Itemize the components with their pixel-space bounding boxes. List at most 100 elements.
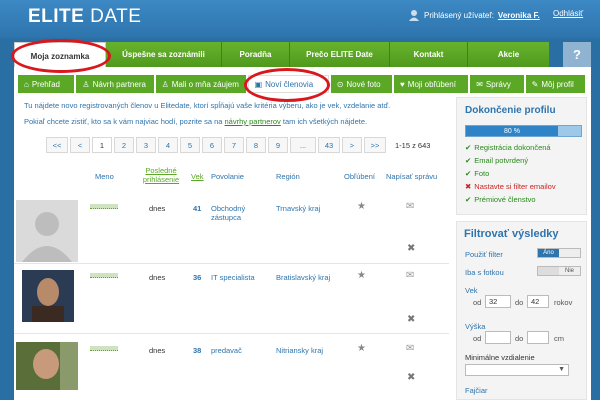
remove-icon[interactable]: ✖ — [407, 243, 415, 254]
favorite-star-icon[interactable]: ★ — [357, 201, 366, 212]
last-login: dnes — [149, 346, 166, 355]
help-button[interactable]: ? — [563, 42, 591, 67]
page-4[interactable]: 4 — [158, 137, 178, 153]
member-photo[interactable] — [16, 342, 78, 390]
favorite-star-icon[interactable]: ★ — [357, 343, 366, 354]
subtab-moji-oblubeni[interactable]: ♥ Moji obľúbení — [394, 75, 469, 93]
check-icon: ✔ — [465, 195, 472, 204]
remove-icon[interactable]: ✖ — [407, 314, 415, 325]
people-icon: ♙ — [161, 79, 169, 89]
page-6[interactable]: 6 — [202, 137, 222, 153]
col-write-message: Napísať správu — [386, 172, 438, 181]
check-photo: ✔ Foto — [465, 169, 490, 178]
check-premium: ✔ Prémiové členstvo — [465, 195, 536, 204]
subtab-navrh-partnera[interactable]: ♙ Návrh partnera — [76, 75, 154, 93]
height-from-label: od — [473, 334, 482, 343]
page-9[interactable]: 9 — [268, 137, 288, 153]
user-name-link[interactable]: Veronika F. — [498, 11, 540, 20]
check-email: ✔ Email potvrdený — [465, 156, 529, 165]
col-last-login[interactable]: Posledné prihlásenie — [141, 166, 181, 184]
photo-image — [16, 342, 78, 390]
pencil-icon: ✎ — [531, 79, 539, 89]
job: predavač — [211, 346, 242, 355]
tab-uspesne[interactable]: Úspešne sa zoznámili — [106, 42, 222, 67]
member-name[interactable] — [90, 204, 118, 209]
photo-only-label: Iba s fotkou — [465, 268, 504, 277]
height-from-input[interactable] — [485, 331, 511, 344]
avatar-placeholder-icon — [16, 200, 78, 262]
age-to-input[interactable]: 42 — [527, 295, 549, 308]
send-message-icon[interactable]: ✉ — [406, 343, 414, 354]
send-message-icon[interactable]: ✉ — [406, 201, 414, 212]
chat-icon: ✉ — [476, 79, 483, 89]
last-login: dnes — [149, 273, 166, 282]
use-filter-toggle[interactable]: Áno — [537, 248, 581, 258]
remove-icon[interactable]: ✖ — [407, 372, 415, 383]
subtab-mali-o-mna-zaujem[interactable]: ♙ Mali o mňa záujem — [155, 75, 246, 93]
subtab-spravy[interactable]: ✉ Správy — [470, 75, 524, 93]
region: Bratislavský kraj — [276, 273, 331, 282]
page-first[interactable]: << — [46, 137, 68, 153]
region: Trnavský kraj — [276, 204, 321, 213]
check-icon: ✔ — [465, 143, 472, 152]
photo-image — [22, 270, 74, 322]
height-label: Výška — [465, 322, 486, 331]
col-name: Meno — [95, 172, 114, 181]
page-1[interactable]: 1 — [92, 137, 112, 153]
tab-akcie[interactable]: Akcie — [468, 42, 550, 67]
page-8[interactable]: 8 — [246, 137, 266, 153]
col-age[interactable]: Vek — [191, 172, 204, 181]
check-email-filter[interactable]: ✖ Nastavte si filter emailov — [465, 182, 556, 191]
col-region: Región — [276, 172, 300, 181]
page-2[interactable]: 2 — [114, 137, 134, 153]
tab-kontakt[interactable]: Kontakt — [390, 42, 468, 67]
page-43[interactable]: 43 — [318, 137, 340, 153]
member-name[interactable] — [90, 346, 118, 351]
main-content: ⌂ Prehľad ♙ Návrh partnera ♙ Mali o mňa záu… — [14, 67, 591, 400]
age-from-input[interactable]: 32 — [485, 295, 511, 308]
height-to-label: do — [515, 334, 524, 343]
highlight-circle — [244, 68, 330, 102]
check-icon: ✔ — [465, 156, 472, 165]
row-divider — [14, 263, 449, 264]
page-3[interactable]: 3 — [136, 137, 156, 153]
age: 38 — [193, 346, 202, 355]
member-photo[interactable] — [22, 270, 74, 322]
member-photo[interactable] — [16, 200, 78, 262]
search-icon: ⊙ — [336, 79, 344, 89]
top-bar: ELITE DATE Prihlásený užívateľ: Veronika… — [0, 0, 600, 38]
partner-suggestions-link[interactable]: návrhy partnerov — [225, 117, 281, 126]
page-7[interactable]: 7 — [224, 137, 244, 153]
page-5[interactable]: 5 — [180, 137, 200, 153]
job: Obchodný zástupca — [211, 204, 246, 222]
tab-poradna[interactable]: Poradňa — [222, 42, 290, 67]
height-to-input[interactable] — [527, 331, 549, 344]
send-message-icon[interactable]: ✉ — [406, 270, 414, 281]
subtab-prehlad[interactable]: ⌂ Prehľad — [18, 75, 75, 93]
info-text: Tu nájdete novo registrovaných členov u … — [24, 101, 391, 110]
logout-link[interactable]: Odhlásiť — [553, 9, 583, 18]
subtab-moj-profil[interactable]: ✎ Môj profil — [525, 75, 586, 93]
heart-icon: ♥ — [400, 79, 405, 89]
favorite-star-icon[interactable]: ★ — [357, 270, 366, 281]
progress-fill: 80 % — [466, 126, 558, 136]
cm-label: cm — [554, 334, 564, 343]
photo-only-toggle[interactable]: Nie — [537, 266, 581, 276]
user-area: Prihlásený užívateľ: Veronika F. — [408, 9, 540, 21]
page-prev[interactable]: < — [70, 137, 90, 153]
filter-title: Filtrovať výsledky — [464, 228, 559, 240]
filter-panel: Filtrovať výsledky Použiť filter Áno Iba… — [456, 221, 587, 400]
age: 36 — [193, 273, 202, 282]
page-last[interactable]: >> — [364, 137, 386, 153]
min-distance-select[interactable]: ▼ — [465, 364, 569, 376]
member-name[interactable] — [90, 273, 118, 278]
tab-preco-elite-date[interactable]: Prečo ELITE Date — [290, 42, 390, 67]
page-next[interactable]: > — [342, 137, 362, 153]
info-text-2: Pokiaľ chcete zistiť, kto sa k vám najvi… — [24, 117, 368, 126]
logo[interactable]: ELITE DATE — [28, 6, 141, 28]
profile-completion-title: Dokončenie profilu — [465, 105, 556, 116]
user-icon: ♙ — [82, 79, 90, 89]
page-ellipsis: ... — [290, 137, 316, 153]
subtab-nove-foto[interactable]: ⊙ Nové foto — [330, 75, 393, 93]
min-distance-label: Minimálne vzdialenie — [465, 353, 535, 362]
